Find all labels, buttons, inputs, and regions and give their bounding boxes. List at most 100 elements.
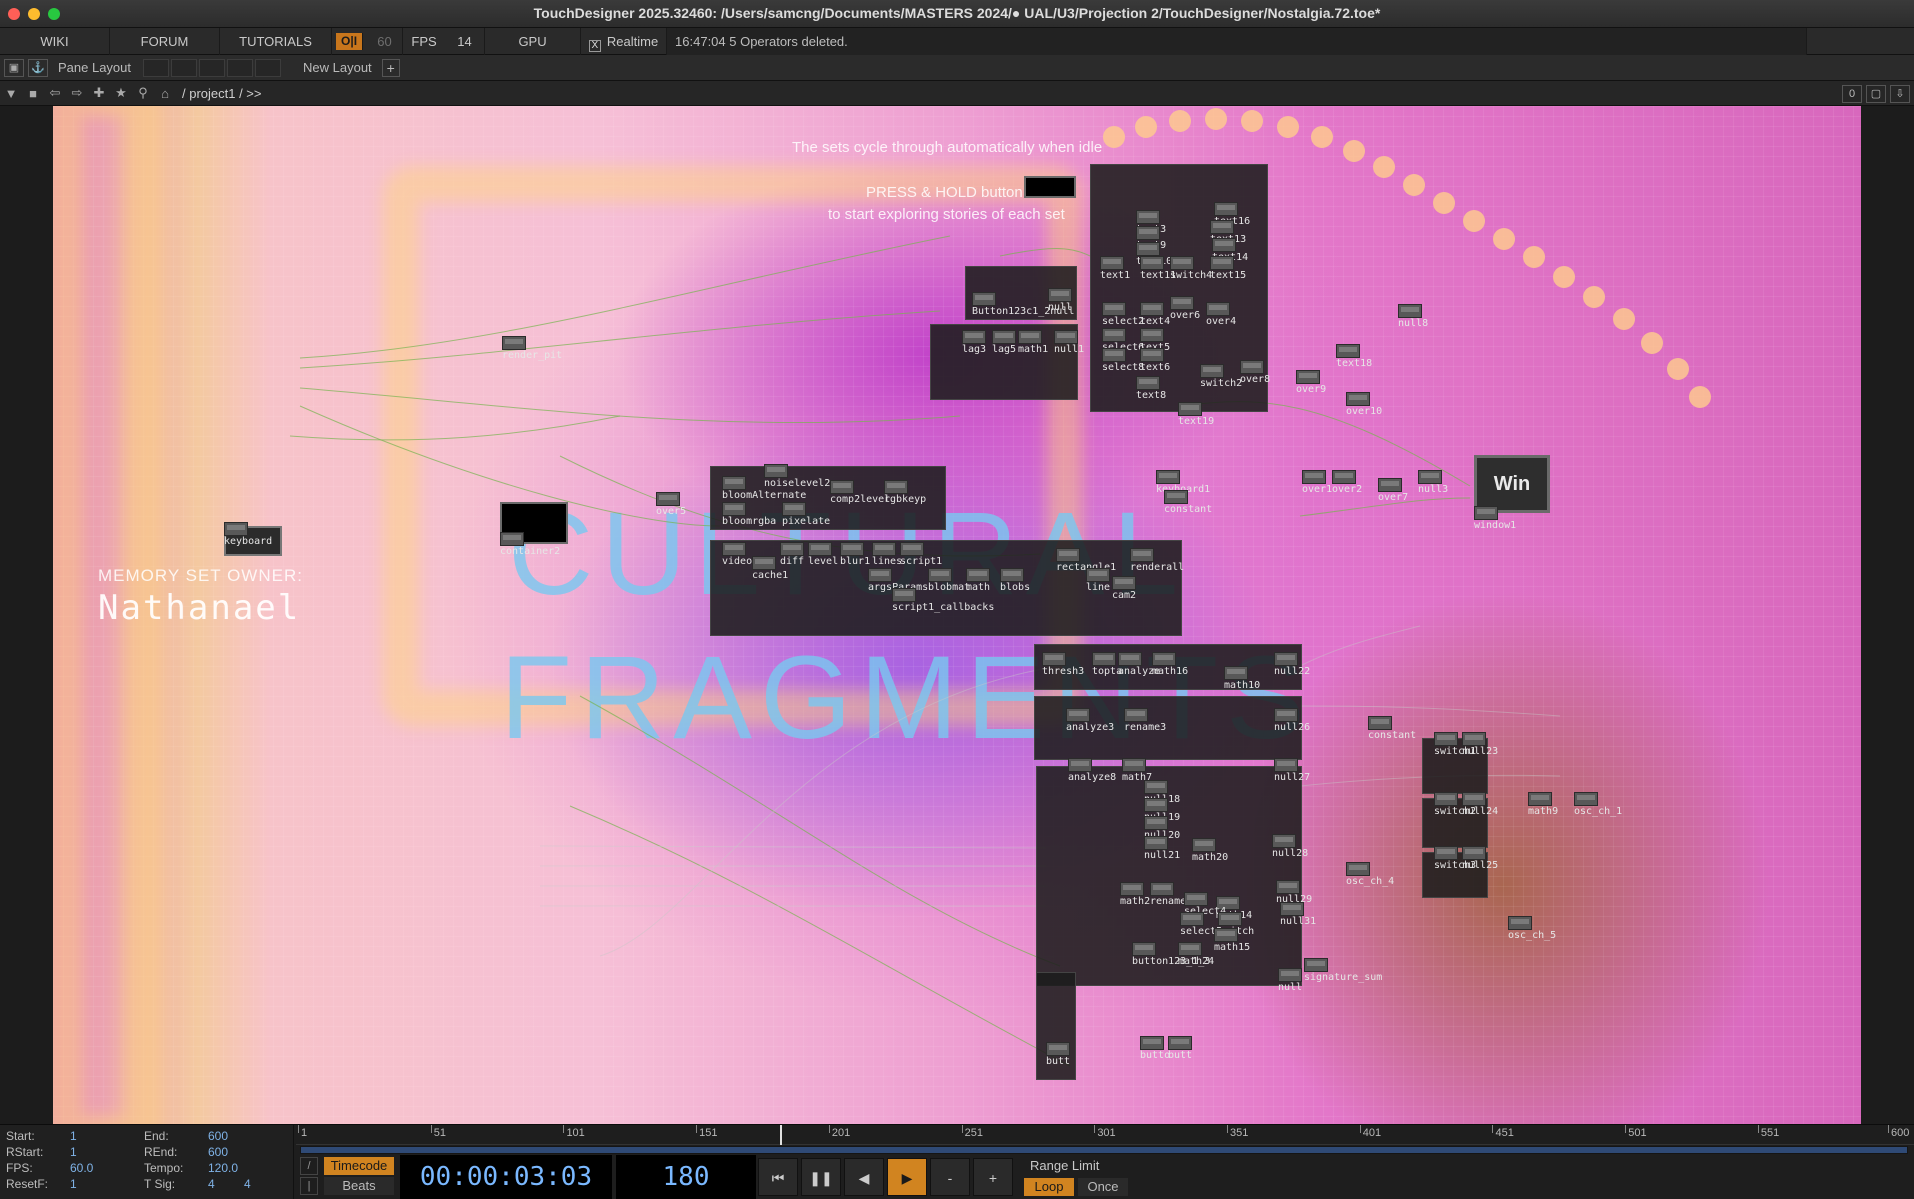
operator-node[interactable]: [884, 480, 908, 494]
play-forward-button[interactable]: ▶: [887, 1158, 927, 1196]
layout-slot-1[interactable]: [143, 58, 170, 77]
tutorials-link[interactable]: TUTORIALS: [220, 27, 332, 55]
layout-slot-2[interactable]: [171, 58, 198, 77]
pane-split-icon[interactable]: ▣: [4, 58, 24, 77]
operator-node[interactable]: [1210, 256, 1234, 270]
operator-node[interactable]: [1274, 708, 1298, 722]
stop-icon[interactable]: ■: [22, 86, 44, 101]
home-icon[interactable]: ⌂: [154, 86, 176, 101]
operator-node[interactable]: [1136, 376, 1160, 390]
oi-toggle-button[interactable]: O|I: [336, 32, 364, 50]
operator-node[interactable]: [1212, 238, 1236, 252]
tsig-value-1[interactable]: 4: [208, 1177, 215, 1191]
operator-node[interactable]: [1434, 792, 1458, 806]
operator-node[interactable]: [1528, 792, 1552, 806]
operator-node[interactable]: [656, 492, 680, 506]
operator-node[interactable]: [1276, 880, 1300, 894]
layout-slot-3[interactable]: [199, 58, 226, 77]
pause-button[interactable]: ❚❚: [801, 1158, 841, 1196]
operator-node[interactable]: [1214, 202, 1238, 216]
operator-node[interactable]: [1168, 1036, 1192, 1050]
operator-node[interactable]: [1018, 330, 1042, 344]
operator-node[interactable]: [1170, 256, 1194, 270]
add-icon[interactable]: ✚: [88, 85, 110, 101]
operator-node[interactable]: [1218, 912, 1242, 926]
anchor-icon[interactable]: ⚓: [28, 58, 48, 77]
operator-node[interactable]: [1102, 328, 1126, 342]
operator-node[interactable]: [1462, 792, 1486, 806]
operator-node[interactable]: [1278, 968, 1302, 982]
operator-node[interactable]: [782, 502, 806, 516]
step-forward-button[interactable]: +: [973, 1158, 1013, 1196]
operator-node[interactable]: [1144, 798, 1168, 812]
start-value[interactable]: 1: [70, 1129, 77, 1143]
operator-node[interactable]: [500, 532, 524, 546]
operator-node[interactable]: [1336, 344, 1360, 358]
operator-node[interactable]: [1224, 666, 1248, 680]
new-layout-label[interactable]: New Layout: [303, 60, 372, 75]
operator-node[interactable]: [868, 568, 892, 582]
timecode-display[interactable]: 00:00:03:03: [400, 1155, 612, 1199]
operator-node[interactable]: [1170, 296, 1194, 310]
operator-node[interactable]: [1152, 652, 1176, 666]
timeline-ruler[interactable]: 1 51 101 151 201 251 301 351 401 451 501 551 600: [296, 1125, 1914, 1145]
operator-node[interactable]: [1206, 302, 1230, 316]
operator-node[interactable]: [840, 542, 864, 556]
operator-node[interactable]: [1192, 838, 1216, 852]
timecode-mode-button[interactable]: Timecode: [324, 1157, 394, 1175]
operator-node[interactable]: [1574, 792, 1598, 806]
once-button[interactable]: Once: [1078, 1178, 1128, 1196]
operator-node[interactable]: [1136, 242, 1160, 256]
operator-node[interactable]: [1398, 304, 1422, 318]
operator-node[interactable]: [1272, 834, 1296, 848]
playhead-marker[interactable]: [780, 1125, 782, 1145]
operator-node[interactable]: [1140, 1036, 1164, 1050]
operator-node[interactable]: [1418, 470, 1442, 484]
operator-node[interactable]: [1144, 836, 1168, 850]
maximize-pane-icon[interactable]: ▢: [1866, 84, 1886, 103]
realtime-checkbox[interactable]: X: [588, 39, 601, 52]
gpu-button[interactable]: GPU: [485, 27, 582, 55]
operator-node[interactable]: [1368, 716, 1392, 730]
operator-node[interactable]: [972, 292, 996, 306]
wiki-link[interactable]: WIKI: [0, 27, 110, 55]
operator-node[interactable]: [1122, 758, 1146, 772]
resetf-value[interactable]: 1: [70, 1177, 77, 1191]
operator-node[interactable]: [1112, 576, 1136, 590]
operator-node[interactable]: [722, 476, 746, 490]
operator-node[interactable]: [722, 542, 746, 556]
operator-node[interactable]: [1214, 928, 1238, 942]
operator-node[interactable]: [1056, 548, 1080, 562]
frame-display[interactable]: 180: [616, 1155, 756, 1199]
operator-node[interactable]: [1474, 506, 1498, 520]
layout-slot-4[interactable]: [227, 58, 254, 77]
realtime-toggle[interactable]: X Realtime: [581, 27, 668, 55]
operator-node[interactable]: [1000, 568, 1024, 582]
operator-node[interactable]: [1332, 470, 1356, 484]
step-back-button[interactable]: -: [930, 1158, 970, 1196]
operator-node[interactable]: [780, 542, 804, 556]
operator-node[interactable]: [1280, 902, 1304, 916]
operator-node[interactable]: [1296, 370, 1320, 384]
network-editor[interactable]: The sets cycle through automatically whe…: [0, 106, 1914, 1124]
operator-node[interactable]: [1144, 780, 1168, 794]
operator-node[interactable]: [966, 568, 990, 582]
operator-node[interactable]: [1200, 364, 1224, 378]
operator-node[interactable]: [1210, 220, 1234, 234]
operator-node[interactable]: [1054, 330, 1078, 344]
operator-node[interactable]: [1434, 732, 1458, 746]
operator-node[interactable]: [1092, 652, 1116, 666]
operator-node[interactable]: [1346, 392, 1370, 406]
operator-node[interactable]: [1066, 708, 1090, 722]
add-layout-button[interactable]: +: [381, 58, 400, 77]
operator-node[interactable]: [722, 502, 746, 516]
range-bar[interactable]: [300, 1146, 1908, 1154]
operator-node[interactable]: [764, 464, 788, 478]
operator-node[interactable]: [1156, 470, 1180, 484]
operator-node[interactable]: [1124, 708, 1148, 722]
operator-node[interactable]: [1302, 470, 1326, 484]
operator-node[interactable]: [900, 542, 924, 556]
beats-mode-button[interactable]: Beats: [324, 1177, 394, 1195]
operator-node[interactable]: [1120, 882, 1144, 896]
download-icon[interactable]: ⇩: [1890, 84, 1910, 103]
